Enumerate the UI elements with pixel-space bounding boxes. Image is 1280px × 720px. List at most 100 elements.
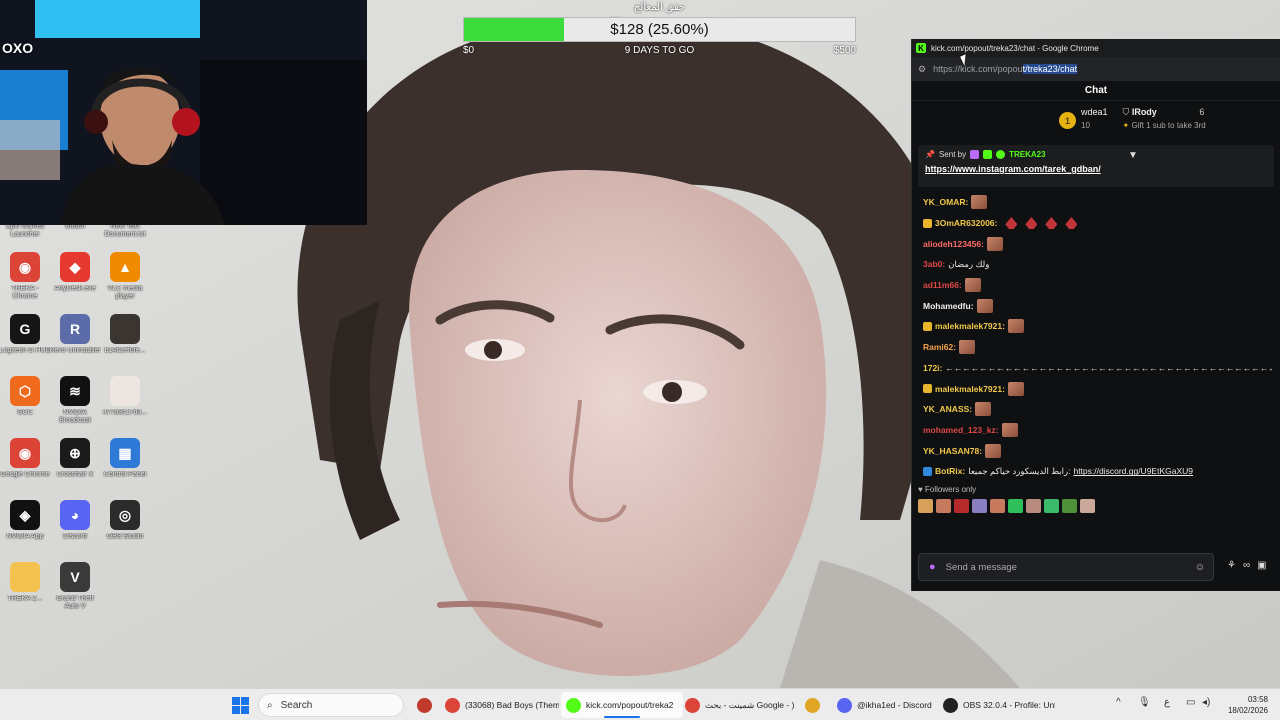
chat-message[interactable]: YK_OMAR: xyxy=(923,192,1272,213)
microphone-tray-icon[interactable]: 🎙 xyxy=(1138,697,1151,708)
desktop-shortcut[interactable]: ◉ TREKA - Chrome xyxy=(0,252,51,301)
microphone-icon[interactable]: ● xyxy=(929,561,936,573)
emote-icon[interactable] xyxy=(1044,498,1059,513)
pinned-link[interactable]: https://www.instagram.com/tarek_gdban/ xyxy=(925,164,1267,174)
taskbar-app-button[interactable] xyxy=(412,692,442,718)
chat-username[interactable]: mohamed_123_kz: xyxy=(923,425,999,435)
chat-message-text: رابط الديسكورد حياكم جميعا: xyxy=(968,465,1071,476)
desktop-shortcut-label: TREKA - Chrome xyxy=(11,285,39,300)
window-title: kick.com/popout/treka23/chat - Google Ch… xyxy=(931,43,1099,53)
emote-icon[interactable] xyxy=(972,498,987,513)
emote-icon[interactable] xyxy=(990,498,1005,513)
chat-message[interactable]: Mohamedfu: xyxy=(923,295,1272,316)
emote-icon xyxy=(959,340,976,355)
taskbar-clock[interactable]: 03:58 18/02/2026 xyxy=(1218,694,1268,716)
desktop-shortcut[interactable]: 477a3c17d4... xyxy=(99,376,151,425)
desktop-shortcut[interactable]: ◕ Discord xyxy=(49,500,101,549)
desktop-shortcut[interactable]: R Revo Uninstaller xyxy=(49,314,101,363)
leaderboard-second-name[interactable]: IRody xyxy=(1132,107,1157,117)
windows-taskbar: ⌕ Search (33068) Bad Boys (Them kick.com/… xyxy=(0,688,1280,720)
gift-box-icon[interactable]: ▣ xyxy=(1257,560,1266,571)
chat-username[interactable]: 3ab0: xyxy=(923,259,945,269)
pinned-message[interactable]: 📌 Sent by TREKA23 https://www.instagram.… xyxy=(918,145,1274,187)
start-button[interactable] xyxy=(232,697,249,714)
chat-message[interactable]: ad11m66: xyxy=(923,275,1272,296)
desktop-shortcut-label: Logitech G HUB xyxy=(0,347,51,354)
desktop-shortcut-label: VLC media player xyxy=(107,285,143,300)
chat-username[interactable]: Rami62: xyxy=(923,342,956,352)
input-language[interactable]: ع xyxy=(1164,697,1170,708)
chat-message[interactable]: 172i: ←←←←←←←←←←←←←←←←←←←←←←←←←←←←←←←←←←←… xyxy=(923,358,1272,379)
desktop-shortcut[interactable]: ◎ OBS Studio xyxy=(99,500,151,549)
chat-message-list[interactable]: YK_OMAR: 3OmAR632006: aliodeh123456: 3ab0: و… xyxy=(912,187,1280,482)
emote-icon[interactable] xyxy=(1026,498,1041,513)
pinned-sender[interactable]: TREKA23 xyxy=(1009,150,1045,159)
volume-icon[interactable]: ◂) xyxy=(1202,697,1210,708)
chat-username[interactable]: YK_OMAR: xyxy=(923,197,968,207)
kick-favicon-icon: K xyxy=(916,43,926,53)
chat-username[interactable]: Mohamedfu: xyxy=(923,301,974,311)
chat-message[interactable]: 3ab0: ولك رمضان xyxy=(923,254,1272,275)
chat-username[interactable]: malekmalek7921: xyxy=(935,321,1005,331)
chat-message[interactable]: mohamed_123_kz: xyxy=(923,420,1272,441)
chat-message[interactable]: aliodeh123456: xyxy=(923,233,1272,254)
desktop-shortcut[interactable]: ◆ AnyDesk.exe xyxy=(49,252,101,301)
taskbar-app-button[interactable]: OBS 32.0.4 - Profile: Unt xyxy=(938,692,1060,718)
desktop-shortcut[interactable]: ≋ NVIDIA Broadcast xyxy=(49,376,101,425)
desktop-shortcut[interactable]: ⊕ Crosshair X xyxy=(49,438,101,487)
chat-message[interactable]: BotRix: رابط الديسكورد حياكم جميعا: https:… xyxy=(923,461,1272,482)
window-titlebar[interactable]: K kick.com/popout/treka23/chat - Google … xyxy=(912,39,1280,57)
desktop-shortcut[interactable]: TREKA Z... xyxy=(0,562,51,611)
chrome-popout-window[interactable]: K kick.com/popout/treka23/chat - Google … xyxy=(911,39,1280,591)
emote-picker-row[interactable] xyxy=(918,498,1280,513)
chat-message[interactable]: Rami62: xyxy=(923,337,1272,358)
share-icon[interactable]: ⚘ xyxy=(1227,560,1236,571)
emote-icon[interactable] xyxy=(918,498,933,513)
chat-input-box[interactable]: ● Send a message ☺ xyxy=(918,553,1214,581)
leaderboard-first-name[interactable]: wdea1 xyxy=(1081,106,1108,119)
network-icon[interactable]: ▭ xyxy=(1186,697,1195,708)
chat-username[interactable]: ad11m66: xyxy=(923,280,962,290)
chat-message[interactable]: 3OmAR632006: xyxy=(923,213,1272,234)
url-selected-text: t/treka23/chat xyxy=(1022,64,1078,74)
desktop-shortcut[interactable]: ◈ NVIDIA App xyxy=(0,500,51,549)
chat-username[interactable]: malekmalek7921: xyxy=(935,384,1005,394)
chat-username[interactable]: YK_ANASS: xyxy=(923,404,972,414)
emote-icon[interactable] xyxy=(936,498,951,513)
collapse-chevron-icon[interactable]: ▼ xyxy=(1128,150,1138,161)
desktop-shortcut[interactable]: b14f2eff6fe... xyxy=(99,314,151,363)
desktop-shortcut[interactable]: V Grand Theft Auto V xyxy=(49,562,101,611)
desktop-shortcut[interactable]: G Logitech G HUB xyxy=(0,314,51,363)
desktop-shortcut[interactable]: ▦ Control Panel xyxy=(99,438,151,487)
chat-input-placeholder[interactable]: Send a message xyxy=(946,562,1185,573)
emoji-icon[interactable]: ☺ xyxy=(1195,562,1205,573)
taskbar-app-button[interactable]: kick.com/popout/treka2 xyxy=(561,692,683,718)
emote-icon[interactable] xyxy=(1062,498,1077,513)
desktop-shortcut[interactable]: ⬡ GCC xyxy=(0,376,51,425)
taskbar-app-label: kick.com/popout/treka2 xyxy=(586,700,674,710)
chat-username[interactable]: BotRix: xyxy=(935,466,965,476)
taskbar-app-button[interactable]: (33068) Bad Boys (Them xyxy=(440,692,564,718)
site-settings-icon[interactable]: ⚙ xyxy=(918,64,926,75)
tray-overflow-chevron-icon[interactable]: ^ xyxy=(1116,697,1121,708)
taskbar-app-button[interactable]: @ikha1ed - Discord xyxy=(832,692,938,718)
infinity-icon[interactable]: ∞ xyxy=(1243,560,1250,571)
taskbar-search[interactable]: ⌕ Search xyxy=(258,693,404,717)
emote-icon[interactable] xyxy=(1080,498,1095,513)
taskbar-app-button[interactable]: شمينت - بحث Google - ) xyxy=(680,692,802,718)
emote-icon[interactable] xyxy=(1008,498,1023,513)
emote-icon[interactable] xyxy=(954,498,969,513)
desktop-shortcut[interactable]: ◉ Google Chrome xyxy=(0,438,51,487)
desktop-shortcut[interactable]: ▲ VLC media player xyxy=(99,252,151,301)
chat-message[interactable]: malekmalek7921: xyxy=(923,316,1272,337)
chat-username[interactable]: aliodeh123456: xyxy=(923,239,984,249)
chat-username[interactable]: 3OmAR632006: xyxy=(935,218,997,228)
chat-message-link[interactable]: https://discord.gg/U9EtKGaXU9 xyxy=(1073,466,1193,476)
chat-username[interactable]: 172i: xyxy=(923,363,942,373)
chat-message[interactable]: YK_HASAN78: xyxy=(923,440,1272,461)
taskbar-app-button[interactable] xyxy=(800,692,830,718)
chat-message[interactable]: YK_ANASS: xyxy=(923,399,1272,420)
chat-username[interactable]: YK_HASAN78: xyxy=(923,446,982,456)
chat-message[interactable]: malekmalek7921: xyxy=(923,378,1272,399)
url-field[interactable]: https://kick.com/popout/treka23/chat xyxy=(933,64,1078,74)
